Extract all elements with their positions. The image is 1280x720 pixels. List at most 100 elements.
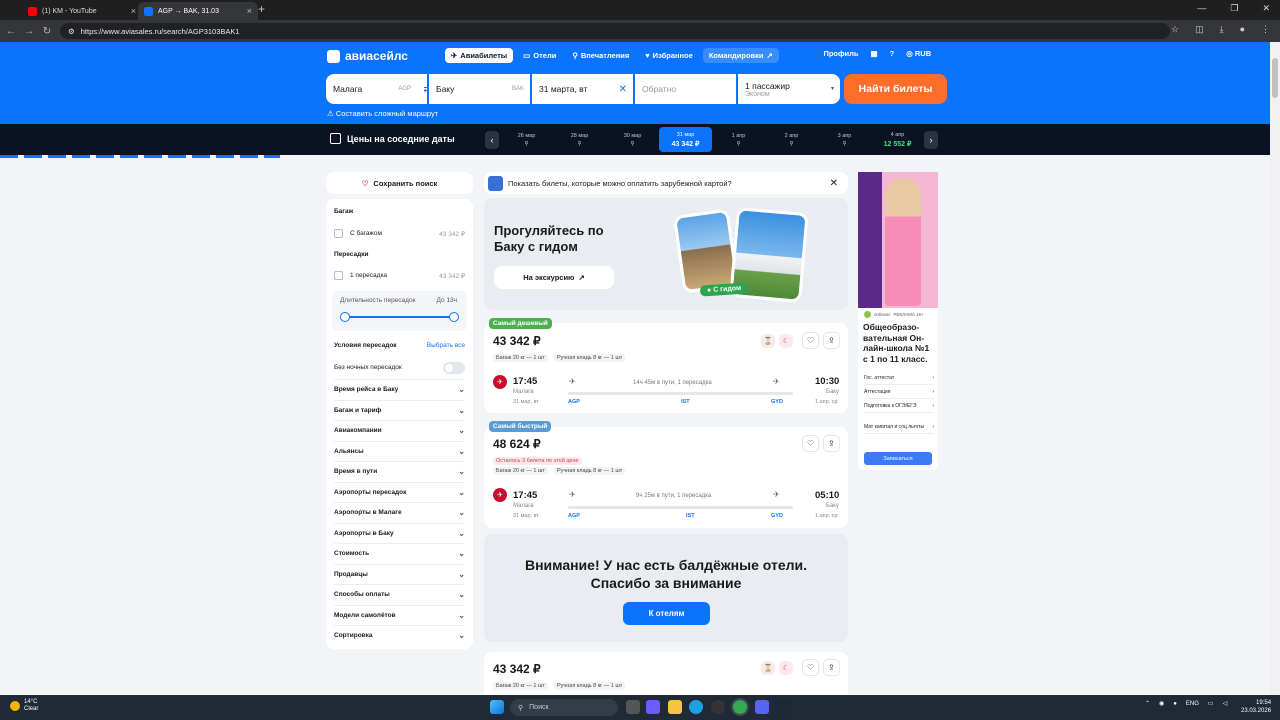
ad-link[interactable]: Аттестация › [864,386,934,399]
filter-accordion[interactable]: Альянсы ⌄ [334,441,465,461]
help-icon[interactable]: ? [890,49,895,58]
extensions-icon[interactable]: ◫ [1195,24,1204,35]
slider-handle-min[interactable] [340,312,350,322]
select-all-link[interactable]: Выбрать все [427,342,465,349]
scrollbar-thumb[interactable] [1272,58,1278,98]
filter-accordion[interactable]: Сортировка ⌄ [334,625,465,645]
date-field[interactable]: 31 марта, вт ✕ [532,74,633,104]
menu-icon[interactable]: ⋮ [1261,24,1270,35]
close-icon[interactable]: ✕ [830,178,844,189]
app-icon[interactable] [711,700,725,714]
favorite-button[interactable]: ♡ [802,435,819,452]
save-search-button[interactable]: ♡ Сохранить поиск [326,172,473,194]
copilot-icon[interactable] [646,700,660,714]
forward-icon[interactable]: → [20,26,38,37]
return-field[interactable]: Обратно [635,74,736,104]
task-view-icon[interactable] [626,700,640,714]
taskbar-search[interactable]: ⚲ Поиск [510,699,618,716]
filter-accordion[interactable]: Модели самолётов ⌄ [334,605,465,625]
site-logo[interactable]: авиасейлс [327,49,408,63]
transfers-checkbox[interactable] [334,271,343,280]
date-cell[interactable]: 28 мар ⚲ [553,127,606,152]
tab-aviasales[interactable]: AGP → BAK, 31.03 × [138,2,258,20]
nav-experiences[interactable]: ⚲ Впечатления [566,48,635,63]
passengers-field[interactable]: 1 пассажир Эконом ▾ [738,74,840,104]
complex-route-link[interactable]: ⚠ Составить сложный маршрут [327,109,438,118]
site-info-icon[interactable]: ⚙ [68,27,75,36]
back-icon[interactable]: ← [2,26,20,37]
dates-prev-button[interactable]: ‹ [485,131,499,149]
edge-icon[interactable] [689,700,703,714]
page-scrollbar[interactable] [1270,42,1280,695]
profile-icon[interactable]: ● [1240,24,1245,35]
close-tab-icon[interactable]: × [247,6,252,16]
date-cell-selected[interactable]: 31 мар 43 342 ₽ [659,127,712,152]
url-field[interactable]: ⚙ https://www.aviasales.ru/search/AGP310… [60,23,1170,39]
minimize-icon[interactable]: — [1197,3,1206,14]
filter-accordion[interactable]: Стоимость ⌄ [334,543,465,563]
filter-accordion[interactable]: Аэропорты в Баку ⌄ [334,523,465,543]
download-icon[interactable]: ⤓ [1220,24,1224,35]
filter-accordion[interactable]: Аэропорты пересадок ⌄ [334,482,465,502]
close-window-icon[interactable]: ✕ [1262,3,1270,14]
excursion-button[interactable]: На экскурсию ↗ [494,266,614,289]
bookmark-star-icon[interactable]: ☆ [1171,24,1179,35]
baggage-checkbox[interactable] [334,229,343,238]
language-indicator[interactable]: ENG [1186,701,1199,707]
filter-accordion[interactable]: Время рейса в Баку ⌄ [334,379,465,399]
filter-accordion[interactable]: Продавцы ⌄ [334,564,465,584]
dates-next-button[interactable]: › [924,131,938,149]
date-cell[interactable]: 4 апр 12 552 ₽ [871,127,924,152]
favorite-button[interactable]: ♡ [802,659,819,676]
date-cell[interactable]: 3 апр ⚲ [818,127,871,152]
clear-date-icon[interactable]: ✕ [619,84,627,95]
foreign-card-text[interactable]: Показать билеты, которые можно оплатить … [508,179,732,188]
nav-hotels[interactable]: ▭ Отели [517,48,562,63]
currency-selector[interactable]: ◎ RUB [906,49,931,58]
reload-icon[interactable]: ↻ [38,26,56,37]
share-button[interactable]: ⇪ [823,659,840,676]
ad-signup-button[interactable]: Записаться [864,452,932,465]
profile-link[interactable]: 👤 Профиль [812,49,859,58]
date-cell[interactable]: 2 апр ⚲ [765,127,818,152]
date-cell[interactable]: 26 мар ⚲ [500,127,553,152]
file-explorer-icon[interactable] [668,700,682,714]
ad-link[interactable]: Мат капитал и соц льготы › [864,421,934,434]
maximize-icon[interactable]: ❐ [1230,3,1238,14]
nav-business-trips[interactable]: Командировки ↗ [702,48,779,63]
find-tickets-button[interactable]: Найти билеты [844,74,947,104]
chrome-icon[interactable] [733,700,747,714]
filter-accordion[interactable]: Авиакомпании ⌄ [334,420,465,440]
new-tab-button[interactable]: + [258,2,265,16]
chevron-up-icon[interactable]: ⌃ [1145,700,1150,707]
nav-flights[interactable]: ✈ Авиабилеты [445,48,514,63]
weather-widget[interactable]: 14°C Clear [10,699,38,713]
no-night-toggle[interactable] [443,362,465,374]
share-button[interactable]: ⇪ [823,332,840,349]
destination-field[interactable]: Баку BAK [429,74,530,104]
tray-app-icon[interactable]: ◉ [1159,700,1164,707]
to-hotels-button[interactable]: К отелям [623,602,710,625]
filter-accordion[interactable]: Аэропорты в Малаге ⌄ [334,502,465,522]
date-cell[interactable]: 1 апр ⚲ [712,127,765,152]
share-button[interactable]: ⇪ [823,435,840,452]
origin-field[interactable]: Малага AGP ⇄ [326,74,431,104]
filter-accordion[interactable]: Время в пути ⌄ [334,461,465,481]
ad-link[interactable]: Гос. аттестат › [864,372,934,385]
start-icon[interactable] [490,700,504,714]
steam-icon[interactable] [777,700,791,714]
discord-icon[interactable] [755,700,769,714]
network-icon[interactable]: ▭ [1208,700,1214,707]
favorite-button[interactable]: ♡ [802,332,819,349]
slider-handle-max[interactable] [449,312,459,322]
duration-slider-track[interactable] [345,316,455,318]
date-cell[interactable]: 30 мар ⚲ [606,127,659,152]
nav-favorites[interactable]: ♥ Избранное [639,48,699,63]
taskbar-clock[interactable]: 19:54 23.03.2026 [1241,699,1271,715]
ad-link[interactable]: Подготовка к ОГЭ/ЕГЭ › [864,400,934,413]
qr-icon[interactable]: ▦ [871,49,878,58]
filter-accordion[interactable]: Багаж и тариф ⌄ [334,400,465,420]
close-tab-icon[interactable]: × [131,6,136,16]
tab-youtube[interactable]: (1) KM - YouTube × [22,2,142,20]
filter-accordion[interactable]: Способы оплаты ⌄ [334,584,465,604]
